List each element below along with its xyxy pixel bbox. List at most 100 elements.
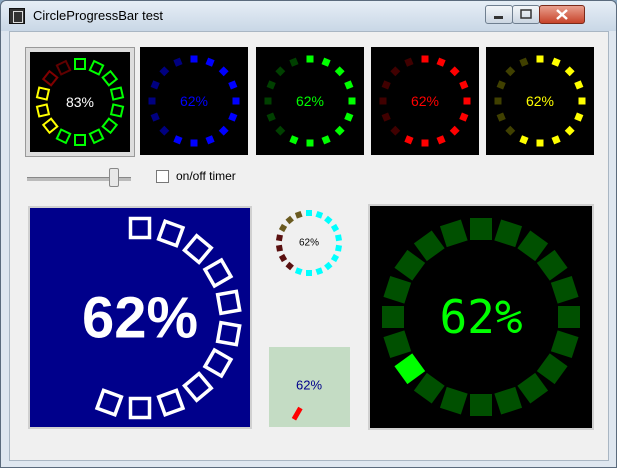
progress-circle-yellow: 62%	[494, 55, 586, 147]
minimize-icon	[494, 16, 503, 19]
progress-segment	[383, 330, 412, 359]
progress-segment	[94, 388, 124, 417]
progress-segment	[390, 66, 401, 77]
progress-segment	[278, 253, 288, 263]
progress-percent-label: 62%	[296, 378, 322, 393]
progress-segment	[578, 97, 586, 105]
progress-segment	[218, 125, 229, 136]
progress-segment	[574, 112, 584, 122]
progress-slider-thumb[interactable]	[109, 168, 119, 187]
progress-segment	[275, 125, 286, 136]
progress-segment	[449, 125, 460, 136]
progress-circle-outline: 83%	[30, 52, 130, 152]
progress-segment	[379, 97, 387, 105]
progress-segment	[459, 80, 469, 90]
progress-segment	[289, 135, 299, 145]
close-button[interactable]	[539, 5, 585, 24]
progress-segment	[285, 215, 294, 225]
progress-segment	[156, 388, 186, 417]
app-window: CircleProgressBar test 83% 62% 62% 62% 6…	[0, 0, 617, 468]
progress-circle-large-blue: 62%	[28, 206, 252, 429]
progress-segment	[335, 244, 343, 252]
progress-segment	[494, 97, 502, 105]
window-title: CircleProgressBar test	[33, 8, 164, 23]
progress-percent-label: 62%	[526, 93, 554, 109]
progress-segment	[215, 289, 242, 316]
progress-segment	[182, 233, 214, 265]
progress-segment	[348, 97, 356, 105]
title-bar[interactable]: CircleProgressBar test	[1, 1, 616, 31]
maximize-button[interactable]	[512, 5, 540, 24]
progress-segment	[494, 386, 523, 415]
timer-checkbox[interactable]	[156, 170, 169, 183]
progress-percent-label: 83%	[66, 94, 94, 110]
progress-segment	[190, 139, 198, 147]
progress-circle-mini: 62%	[269, 206, 349, 281]
progress-segment	[494, 219, 523, 248]
timer-checkbox-label[interactable]: on/off timer	[176, 169, 236, 183]
progress-segment	[436, 57, 446, 67]
progress-segment	[335, 234, 343, 242]
progress-segment	[404, 135, 414, 145]
progress-segment	[519, 57, 529, 67]
progress-segment	[159, 66, 170, 77]
progress-segment	[344, 80, 354, 90]
progress-segment	[275, 244, 283, 252]
progress-segment	[218, 66, 229, 77]
progress-segment	[404, 57, 414, 67]
progress-segment	[128, 216, 152, 240]
progress-segment	[381, 80, 391, 90]
progress-percent-label: 62%	[296, 93, 324, 109]
progress-segment	[413, 372, 445, 404]
progress-segment	[150, 112, 160, 122]
progress-segment	[564, 125, 575, 136]
progress-segment	[550, 330, 579, 359]
minimize-button[interactable]	[485, 5, 513, 24]
progress-percent-label: 62%	[411, 93, 439, 109]
progress-circle-red: 62%	[379, 55, 471, 147]
progress-segment	[278, 223, 288, 233]
progress-segment	[334, 66, 345, 77]
progress-segment	[517, 230, 549, 262]
progress-segment	[266, 112, 276, 122]
progress-circle-green: 62%	[264, 55, 356, 147]
progress-segment	[128, 396, 152, 420]
progress-segment	[536, 139, 544, 147]
progress-segment	[505, 125, 516, 136]
progress-segment	[505, 66, 516, 77]
progress-segment	[383, 275, 412, 304]
progress-segment	[306, 55, 314, 63]
progress-segment	[315, 210, 324, 219]
progress-segment	[202, 347, 234, 379]
progress-segment	[159, 125, 170, 136]
progress-segment	[394, 353, 426, 385]
progress-segment	[381, 112, 391, 122]
progress-segment	[205, 135, 215, 145]
progress-percent-label: 62%	[180, 93, 208, 109]
progress-segment	[148, 97, 156, 105]
progress-segment	[205, 57, 215, 67]
close-icon	[556, 9, 568, 20]
progress-percent-label: 62%	[82, 286, 198, 351]
progress-segment	[536, 353, 568, 385]
progress-segment	[264, 97, 272, 105]
progress-segment	[536, 55, 544, 63]
progress-segment	[173, 57, 183, 67]
progress-percent-label: 62%	[299, 238, 319, 249]
progress-segment	[202, 257, 234, 289]
progress-segment	[449, 66, 460, 77]
progress-segment	[344, 112, 354, 122]
progress-segment	[436, 135, 446, 145]
progress-segment	[536, 249, 568, 281]
progress-segment	[519, 135, 529, 145]
progress-segment	[470, 218, 492, 240]
progress-segment	[574, 80, 584, 90]
progress-segment	[517, 372, 549, 404]
progress-box-mini-graphic: 62%	[269, 347, 350, 427]
progress-circle-large-green: 62%	[368, 204, 594, 430]
progress-segment	[470, 394, 492, 416]
progress-segment	[324, 215, 333, 225]
progress-circle-1: 83%	[25, 47, 135, 157]
progress-segment	[289, 57, 299, 67]
progress-segment	[439, 219, 468, 248]
